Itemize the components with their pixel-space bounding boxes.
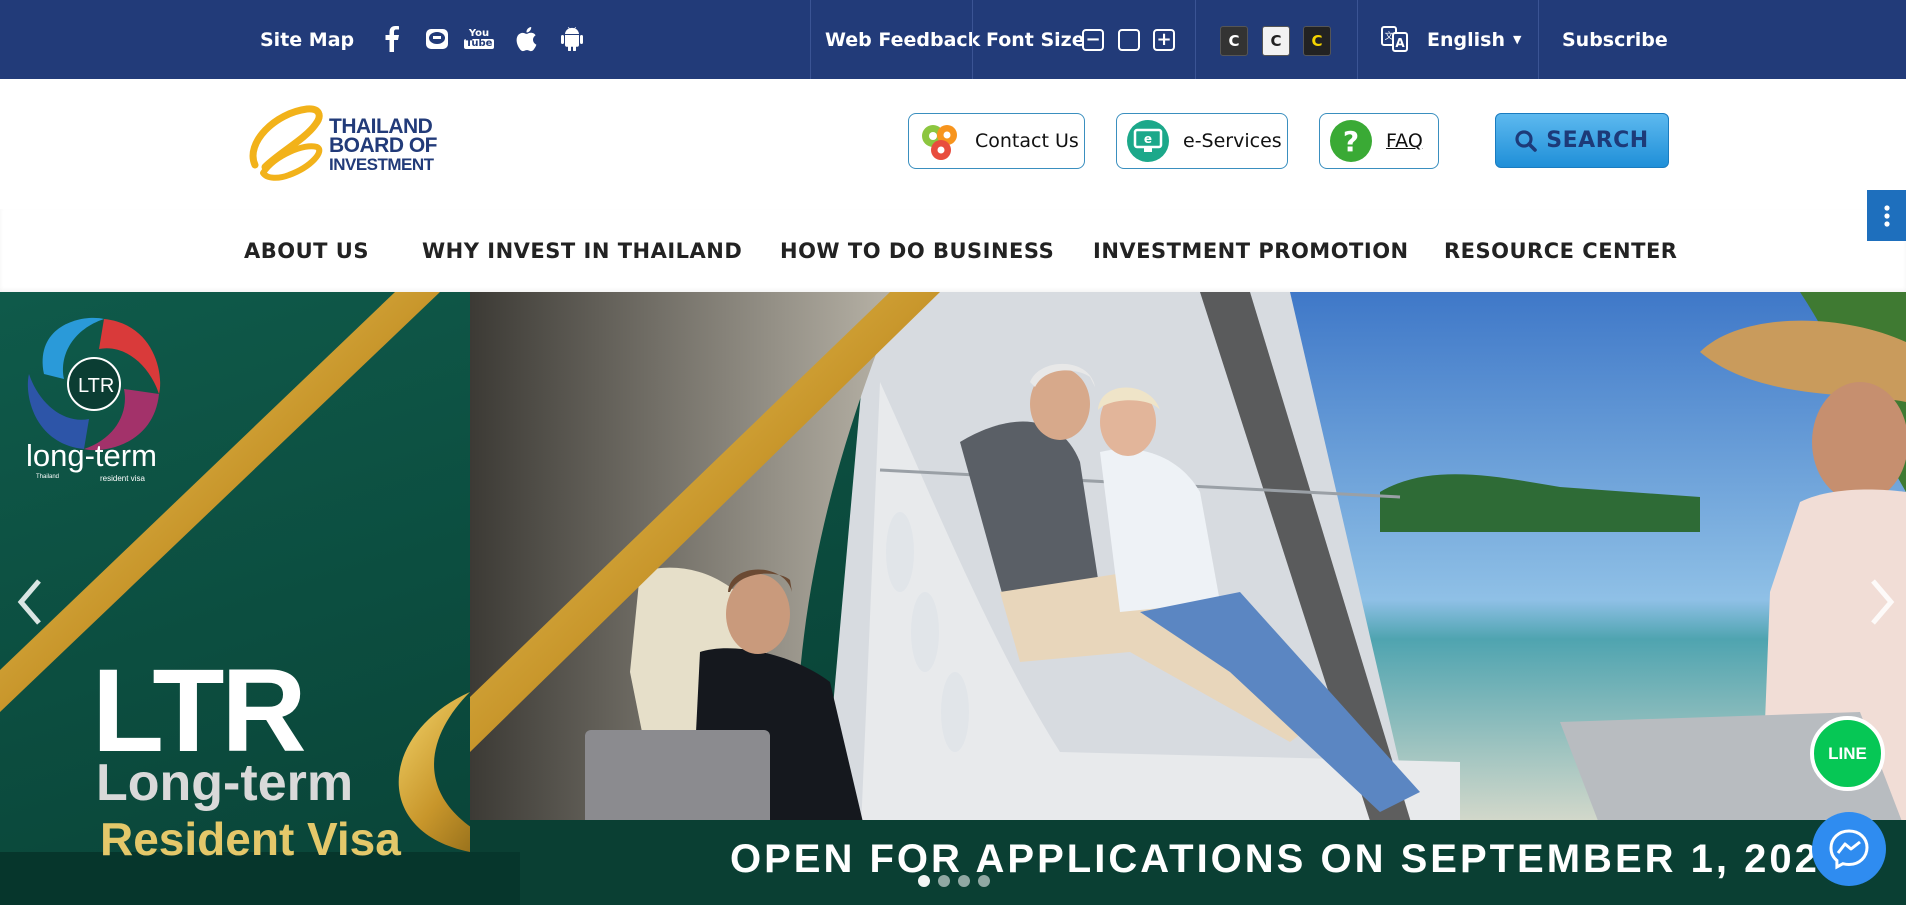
ltr-logo-badge: LTR (78, 375, 115, 397)
site-header: THAILAND BOARD OF INVESTMENT Contact Us … (0, 79, 1906, 209)
e-services-button[interactable]: e e-Services (1116, 113, 1288, 169)
search-icon (1515, 129, 1538, 152)
search-button[interactable]: SEARCH (1495, 113, 1669, 168)
language-label: English (1427, 28, 1505, 51)
nav-why-invest[interactable]: WHY INVEST IN THAILAND (422, 209, 742, 292)
messenger-icon (1829, 829, 1869, 870)
carousel-indicators (918, 875, 990, 887)
logo-line: INVESTMENT (329, 155, 434, 174)
hero-carousel[interactable]: LTR long-term Thailand resident visa LTR… (0, 292, 1906, 905)
topbar-divider (1357, 0, 1358, 79)
apple-icon[interactable] (512, 24, 540, 54)
language-selector[interactable]: English ▼ (1427, 0, 1521, 79)
ltr-logo-left-sub: Thailand (36, 474, 60, 480)
youtube-icon-bottom: Tube (463, 38, 495, 49)
faq-button[interactable]: ? FAQ (1319, 113, 1439, 169)
logo-text: THAILAND BOARD OF INVESTMENT (329, 116, 438, 174)
svg-text:A: A (1395, 36, 1405, 50)
ltr-logo-sub: resident visa (100, 474, 145, 483)
nav-how-to-do-business[interactable]: HOW TO DO BUSINESS (780, 209, 1054, 292)
translate-icon: A文 (1380, 24, 1410, 54)
chevron-right-icon (1871, 579, 1895, 625)
top-utility-bar: Site Map You Tube Web Feedback Font Size… (0, 0, 1906, 79)
search-label: SEARCH (1546, 128, 1649, 153)
faq-label: FAQ (1386, 130, 1423, 152)
main-navigation: ABOUT US WHY INVEST IN THAILAND HOW TO D… (0, 209, 1906, 292)
line-chat-button[interactable]: LINE (1810, 716, 1885, 791)
font-reset-button[interactable] (1118, 29, 1140, 51)
hero-title-long-term: Long-term (96, 754, 354, 812)
line-chat-label: LINE (1828, 743, 1867, 763)
chevron-down-icon: ▼ (1512, 33, 1522, 46)
carousel-next-button[interactable] (1862, 572, 1902, 632)
question-icon: ? (1330, 120, 1372, 162)
font-size-label: Font Size (986, 28, 1085, 51)
contact-icon (919, 120, 961, 162)
carousel-dot[interactable] (978, 875, 990, 887)
boi-logo[interactable]: THAILAND BOARD OF INVESTMENT (245, 103, 445, 183)
carousel-dot[interactable] (958, 875, 970, 887)
carousel-dot[interactable] (938, 875, 950, 887)
topbar-divider (1195, 0, 1196, 79)
site-map-link[interactable]: Site Map (260, 0, 354, 79)
contrast-dark-button[interactable]: C (1220, 26, 1248, 56)
contact-us-label: Contact Us (975, 130, 1079, 152)
hero-banner-text: OPEN FOR APPLICATIONS ON SEPTEMBER 1, 20… (730, 837, 1846, 881)
e-services-icon: e (1127, 120, 1169, 162)
line-icon[interactable] (423, 24, 451, 54)
web-feedback-link[interactable]: Web Feedback (825, 0, 980, 79)
font-increase-button[interactable]: + (1153, 29, 1175, 51)
contrast-yellow-button[interactable]: C (1303, 26, 1331, 56)
android-icon[interactable] (558, 24, 586, 54)
topbar-divider (1538, 0, 1539, 79)
ltr-logo-word: long-term (26, 438, 157, 473)
messenger-chat-button[interactable] (1812, 812, 1886, 886)
nav-resource-center[interactable]: RESOURCE CENTER (1444, 209, 1677, 292)
chevron-left-icon (17, 579, 41, 625)
hero-title-resident-visa: Resident Visa (100, 813, 401, 865)
carousel-prev-button[interactable] (10, 572, 50, 632)
topbar-divider (972, 0, 973, 79)
youtube-icon[interactable]: You Tube (463, 24, 495, 54)
youtube-tube-text: Tube (465, 38, 493, 49)
contact-us-button[interactable]: Contact Us (908, 113, 1085, 169)
hero-title-ltr: LTR (92, 645, 307, 777)
carousel-dot[interactable] (918, 875, 930, 887)
more-vertical-icon (1883, 204, 1890, 227)
contrast-light-button[interactable]: C (1262, 26, 1290, 56)
e-services-label: e-Services (1183, 130, 1282, 152)
e-services-icon-text: e (1144, 132, 1152, 146)
nav-about-us[interactable]: ABOUT US (244, 209, 369, 292)
logo-line: BOARD OF (329, 134, 438, 157)
svg-text:文: 文 (1384, 30, 1393, 42)
font-decrease-button[interactable]: − (1082, 29, 1104, 51)
facebook-icon[interactable] (378, 24, 406, 54)
nav-investment-promotion[interactable]: INVESTMENT PROMOTION (1093, 209, 1409, 292)
subscribe-link[interactable]: Subscribe (1562, 0, 1668, 79)
topbar-divider (810, 0, 811, 79)
side-menu-toggle[interactable] (1867, 190, 1906, 241)
boi-logo-mark (249, 105, 323, 181)
